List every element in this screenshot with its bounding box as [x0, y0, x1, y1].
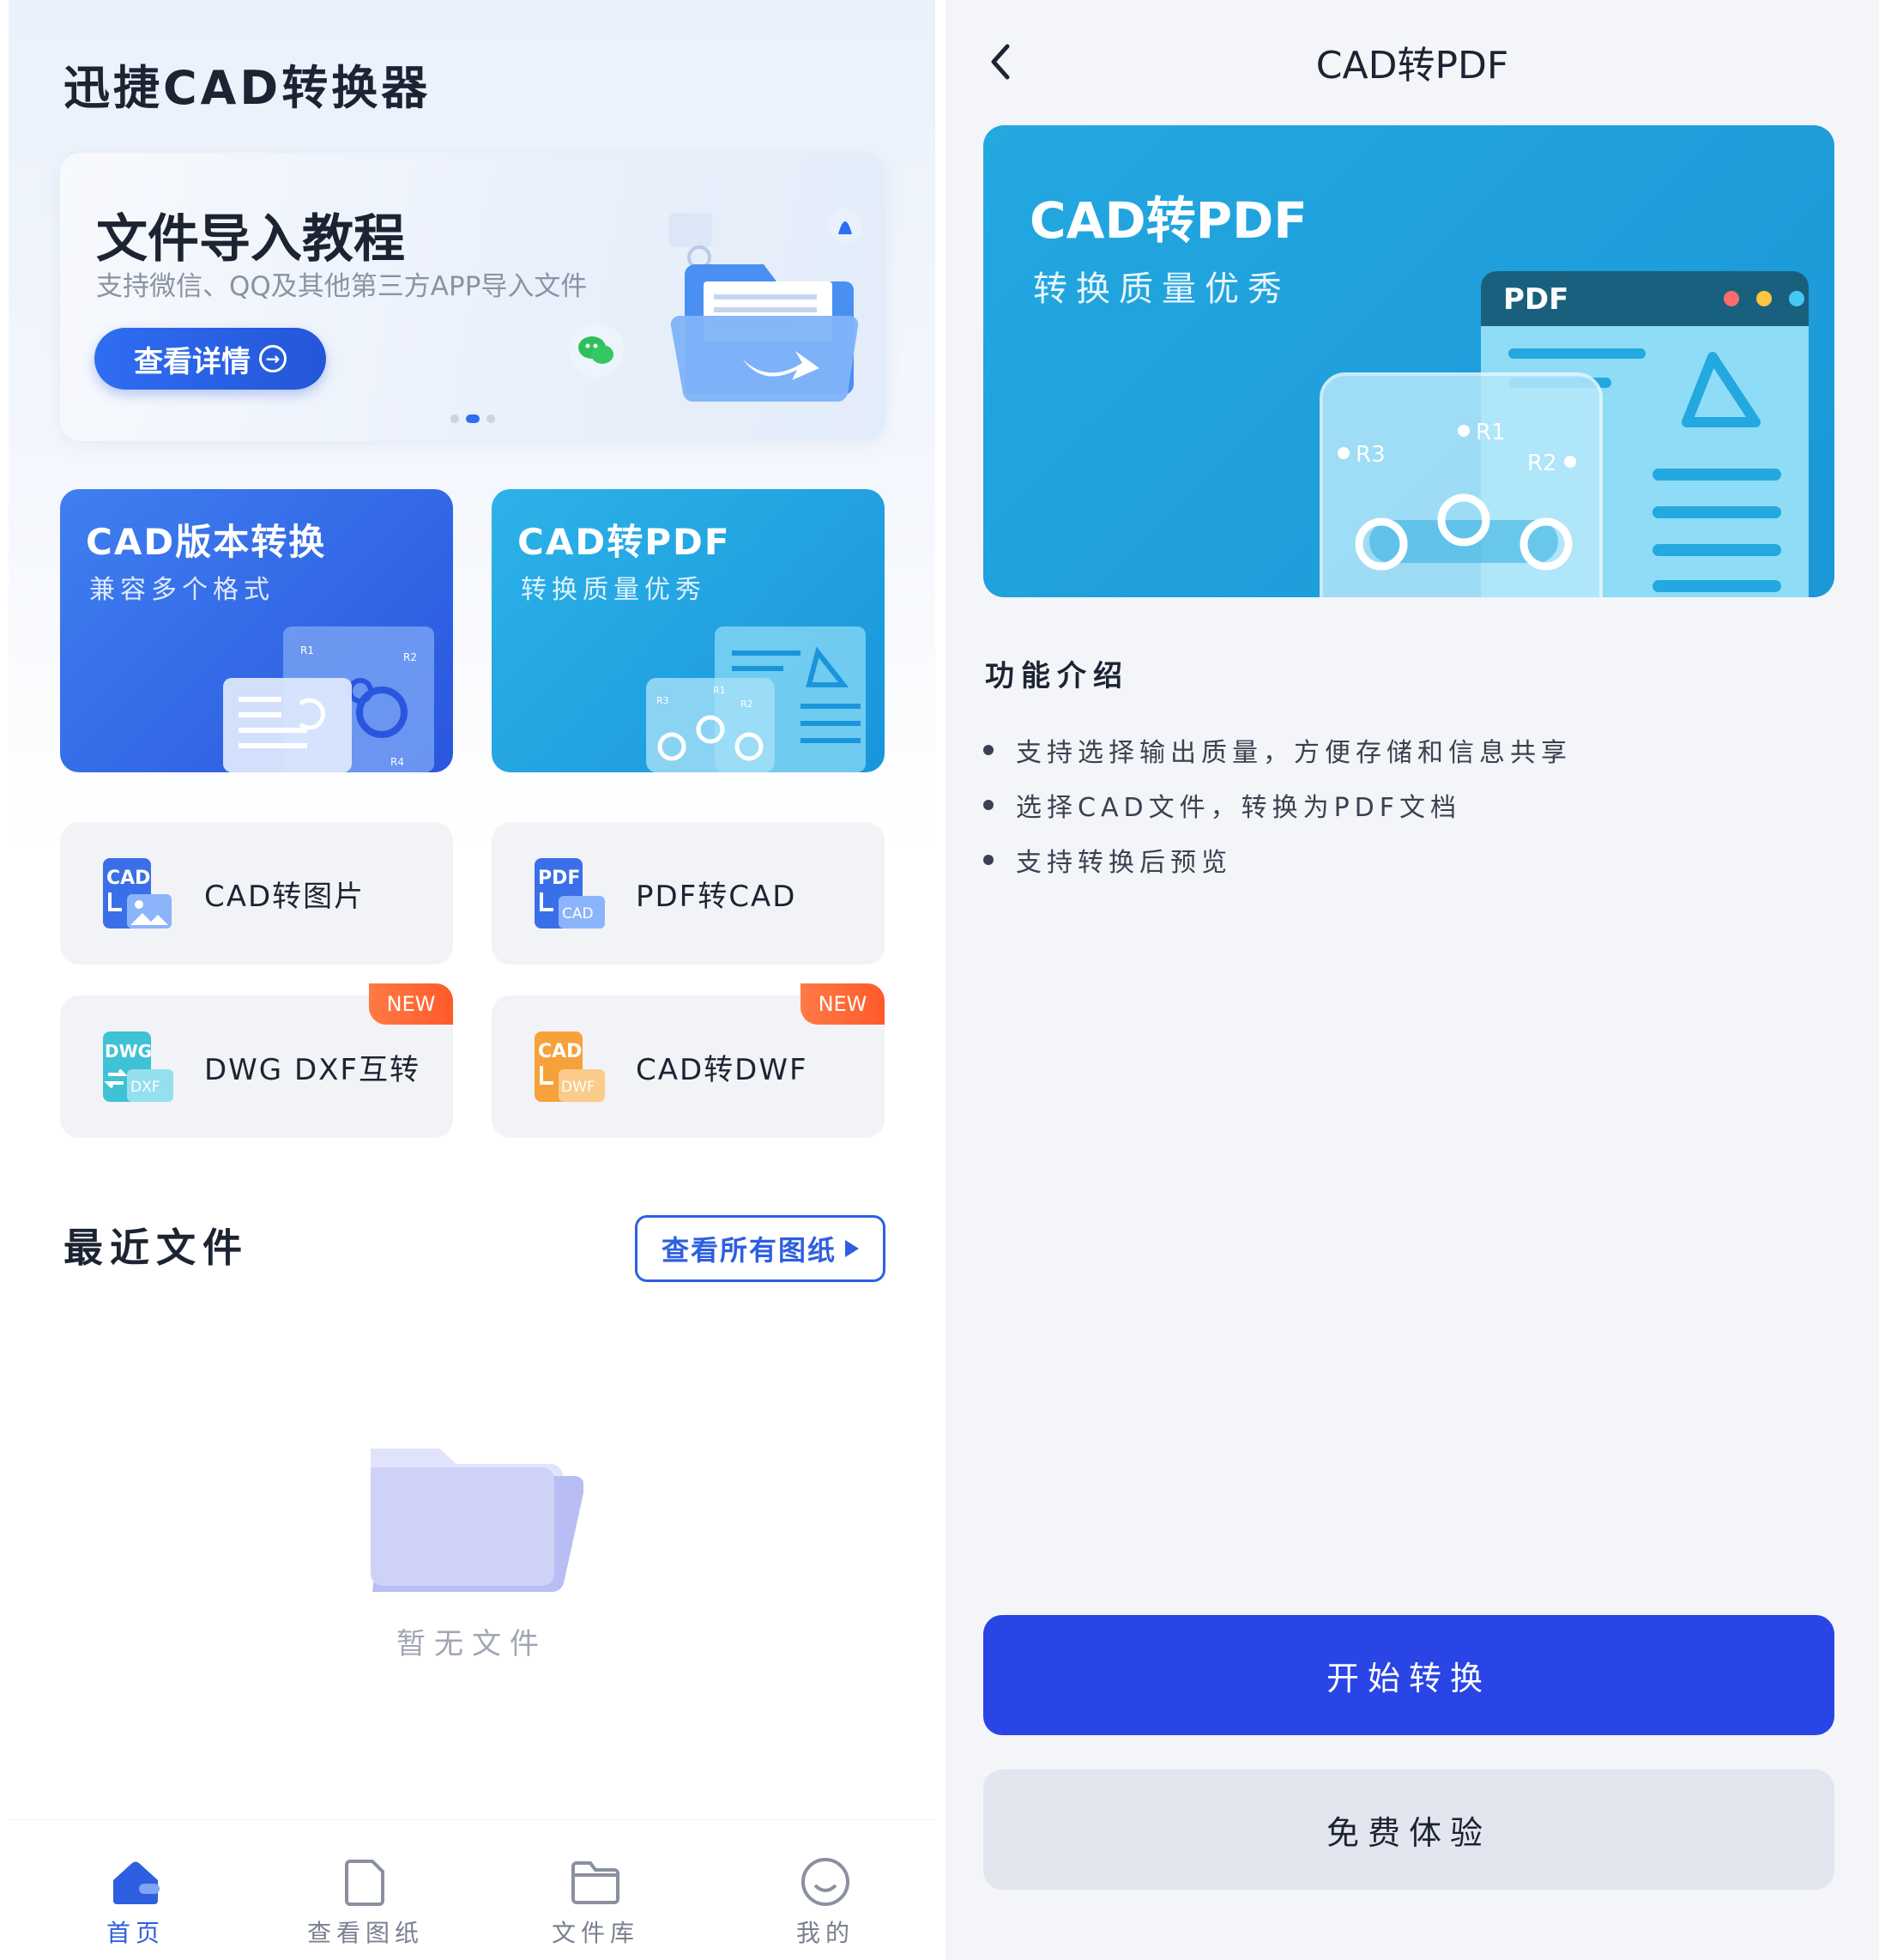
feature-card-title: CAD转PDF	[517, 521, 731, 563]
cad-version-convert-card[interactable]: CAD版本转换 兼容多个格式 R1 R2 R4	[60, 489, 453, 772]
folder-import-illustration-icon	[669, 209, 862, 402]
feature-card-subtitle: 转换质量优秀	[521, 575, 706, 605]
tab-profile[interactable]: 我的	[740, 1820, 911, 1960]
bottom-tab-bar: 首页 查看图纸 文件库 我的	[9, 1819, 935, 1960]
svg-text:CAD: CAD	[562, 905, 594, 923]
app-title: 迅捷CAD转换器	[63, 61, 432, 115]
banner-subtitle: 支持微信、QQ及其他第三方APP导入文件	[96, 271, 588, 302]
tab-label: 我的	[795, 1919, 855, 1947]
start-conversion-button[interactable]: 开始转换	[983, 1615, 1834, 1735]
svg-text:DWG: DWG	[105, 1041, 152, 1062]
new-badge: NEW	[369, 983, 453, 1025]
feature-card-subtitle: 兼容多个格式	[89, 575, 275, 605]
banner-pagination	[450, 414, 495, 423]
cad-to-image-card[interactable]: CAD CAD转图片	[60, 822, 453, 965]
dwg-dxf-icon: DWG DXF	[103, 1031, 173, 1102]
pagination-dot[interactable]	[450, 414, 459, 423]
tab-label: 首页	[106, 1919, 165, 1947]
hero-subtitle: 转换质量优秀	[1033, 269, 1290, 309]
svg-text:R2: R2	[403, 651, 417, 663]
free-trial-button[interactable]: 免费体验	[983, 1769, 1834, 1890]
cad-to-image-icon: CAD	[103, 858, 172, 929]
dwg-dxf-convert-card[interactable]: DWG DXF DWG DXF互转 NEW	[60, 983, 453, 1138]
hero-title: CAD转PDF	[1030, 191, 1308, 250]
tool-label: CAD转DWF	[636, 1052, 808, 1087]
home-icon	[113, 1861, 160, 1904]
banner-title: 文件导入教程	[96, 209, 405, 269]
feature-card-title: CAD版本转换	[86, 521, 327, 563]
cad-version-illustration-icon: R1 R2 R4	[223, 626, 434, 772]
hero-window-label: PDF	[1503, 282, 1568, 317]
pagination-dot[interactable]	[486, 414, 495, 423]
tab-file-library[interactable]: 文件库	[510, 1820, 681, 1960]
bullet-icon	[983, 800, 994, 810]
list-item-text: 支持选择输出质量，方便存储和信息共享	[1016, 738, 1572, 768]
pagination-dot-active[interactable]	[466, 414, 480, 423]
svg-text:CAD: CAD	[538, 1041, 582, 1062]
tab-view-drawings[interactable]: 查看图纸	[280, 1820, 451, 1960]
profile-icon	[801, 1858, 849, 1906]
home-screen: 迅捷CAD转换器 文件导入教程 支持微信、QQ及其他第三方APP导入文件 查看详…	[9, 0, 935, 1960]
list-item: 支持选择输出质量，方便存储和信息共享	[983, 723, 1572, 777]
tab-label: 文件库	[551, 1919, 639, 1947]
empty-state-text: 暂无文件	[396, 1627, 547, 1661]
svg-text:DXF: DXF	[130, 1079, 160, 1096]
bullet-icon	[983, 745, 994, 755]
svg-text:DWF: DWF	[561, 1079, 595, 1096]
recent-files-title: 最近文件	[63, 1225, 249, 1271]
bullet-icon	[983, 855, 994, 865]
cad-to-dwf-icon: CAD DWF	[535, 1031, 605, 1102]
view-all-label: 查看所有图纸	[661, 1234, 837, 1267]
svg-text:PDF: PDF	[538, 868, 580, 889]
arrow-right-circle-icon: →	[259, 345, 287, 372]
list-item-text: 选择CAD文件，转换为PDF文档	[1016, 793, 1462, 823]
cad-to-pdf-illustration-icon: R3 R1 R2	[646, 626, 866, 772]
new-badge: NEW	[801, 983, 885, 1025]
list-item: 支持转换后预览	[983, 832, 1572, 887]
folder-icon	[571, 1861, 619, 1904]
hero-banner: CAD转PDF 转换质量优秀 PDF R1 R3 R2	[983, 125, 1834, 597]
cad-to-pdf-detail-screen: CAD转PDF CAD转PDF 转换质量优秀 PDF R1 R3 R2 功能介绍…	[946, 0, 1879, 1960]
svg-text:CAD: CAD	[106, 868, 150, 889]
hero-label-r2: R2	[1527, 451, 1557, 476]
list-item: 选择CAD文件，转换为PDF文档	[983, 777, 1572, 832]
pdf-to-cad-icon: PDF CAD	[535, 858, 605, 929]
list-item-text: 支持转换后预览	[1016, 848, 1232, 878]
svg-text:R3: R3	[656, 695, 669, 706]
cad-to-dwf-card[interactable]: CAD DWF CAD转DWF NEW	[492, 983, 885, 1138]
page-title: CAD转PDF	[1315, 44, 1509, 88]
svg-text:R1: R1	[300, 644, 314, 656]
view-all-drawings-button[interactable]: 查看所有图纸	[635, 1215, 885, 1282]
view-details-label: 查看详情	[134, 344, 251, 379]
tool-label: PDF转CAD	[636, 879, 797, 914]
cad-to-pdf-card[interactable]: CAD转PDF 转换质量优秀 R3 R1 R2	[492, 489, 885, 772]
tab-label: 查看图纸	[306, 1919, 424, 1947]
hero-label-r3: R3	[1356, 442, 1386, 468]
tab-home[interactable]: 首页	[50, 1820, 221, 1960]
drawing-icon	[345, 1860, 384, 1906]
cad-pdf-window-illustration-icon: PDF R1 R3 R2	[1320, 271, 1809, 597]
pdf-to-cad-card[interactable]: PDF CAD PDF转CAD	[492, 822, 885, 965]
view-details-button[interactable]: 查看详情 →	[94, 328, 326, 390]
svg-text:R4: R4	[390, 756, 404, 768]
hero-label-r1: R1	[1476, 420, 1506, 445]
svg-text:R2: R2	[740, 699, 753, 710]
import-tutorial-banner[interactable]: 文件导入教程 支持微信、QQ及其他第三方APP导入文件 查看详情 →	[60, 153, 885, 441]
wechat-icon	[569, 323, 624, 378]
svg-text:R1: R1	[713, 685, 726, 696]
tool-label: CAD转图片	[204, 879, 366, 914]
feature-intro-list: 支持选择输出质量，方便存储和信息共享 选择CAD文件，转换为PDF文档 支持转换…	[983, 723, 1572, 887]
empty-folder-icon	[371, 1449, 583, 1592]
feature-intro-title: 功能介绍	[985, 659, 1129, 693]
play-arrow-icon	[845, 1240, 859, 1257]
